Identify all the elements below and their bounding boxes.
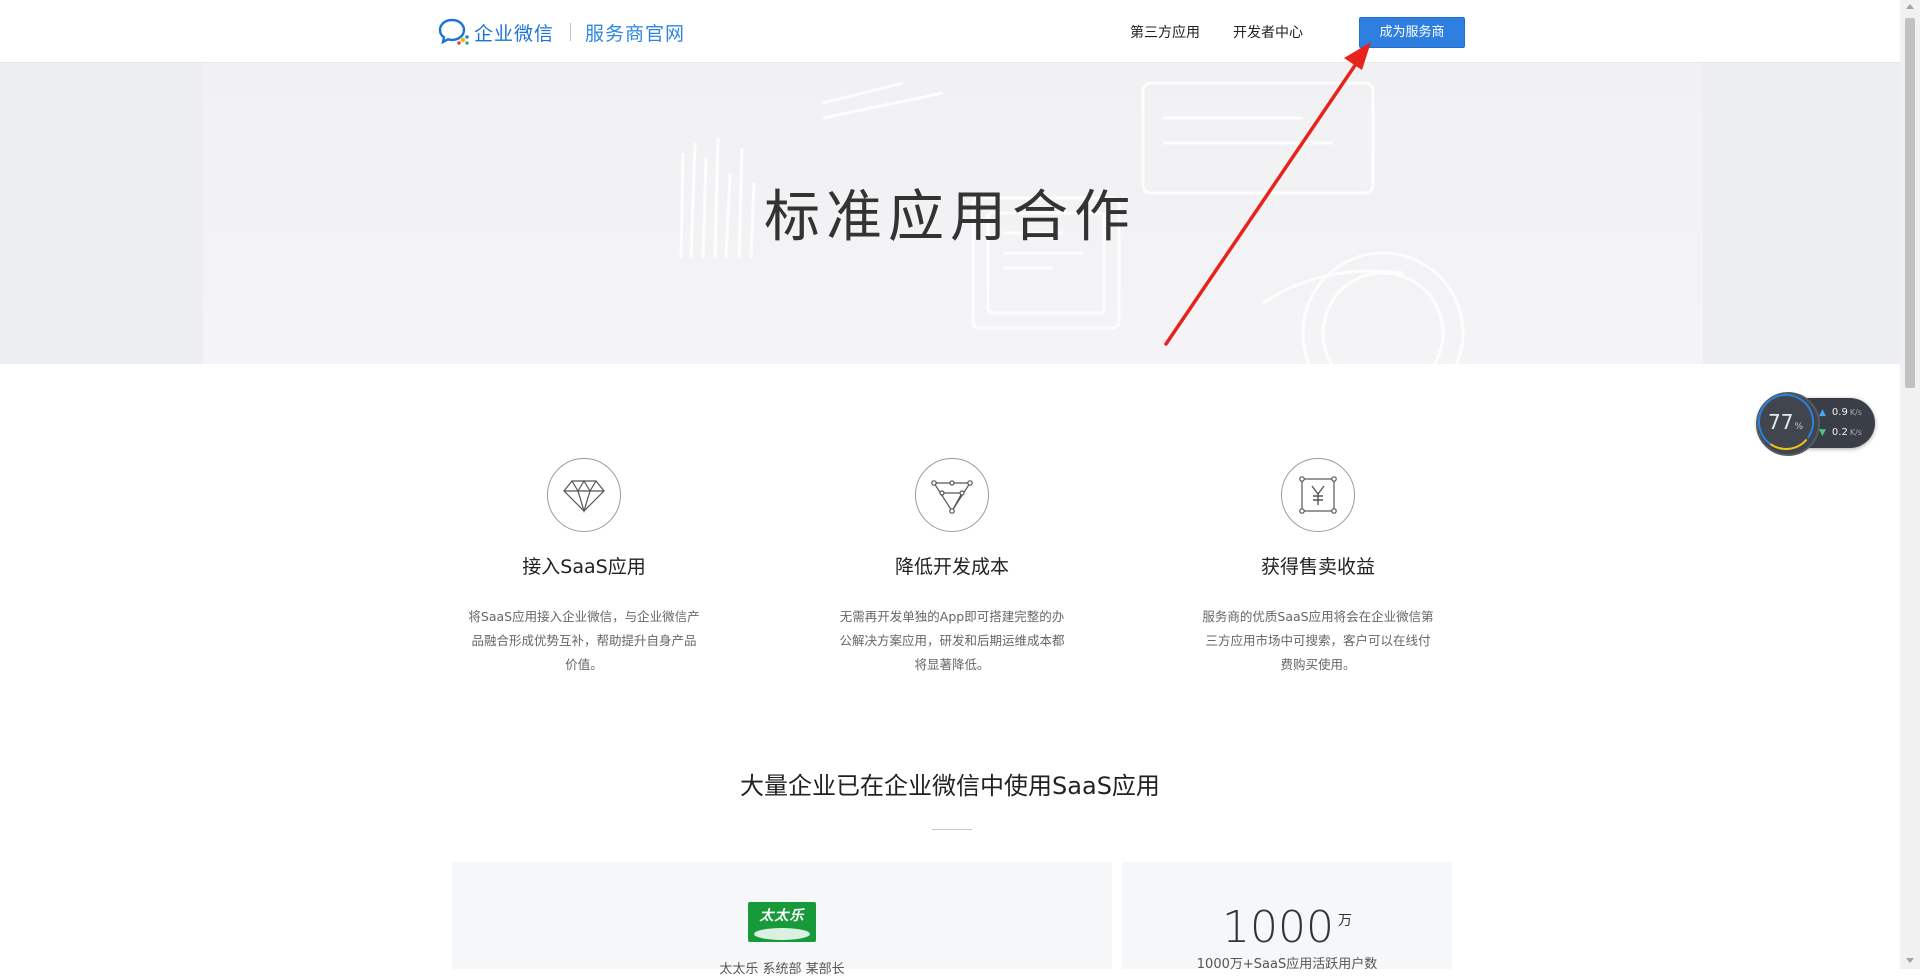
feature-desc-line: 品融合形成优势互补，帮助提升自身产品 [471,633,697,648]
section-title: 大量企业已在企业微信中使用SaaS应用 [740,772,1160,800]
download-arrow-icon: ▼ [1819,428,1826,438]
feature-lower-cost: 降低开发成本 无需再开发单独的App即可搭建完整的办 公解决方案应用，研发和后期… [822,458,1082,677]
feature-desc-line: 将SaaS应用接入企业微信，与企业微信产 [468,609,700,624]
upload-speed: ▲ 0.9 K/s [1819,407,1862,418]
page-scrollbar[interactable] [1900,0,1920,969]
hero-title: 标准应用合作 [764,185,1136,250]
cpu-percent-value: 77 [1768,410,1794,434]
network-speed-widget[interactable]: 77% ▲ 0.9 K/s ▼ 0.2 K/s [1756,392,1875,456]
upload-value: 0.9 [1831,407,1848,418]
cpu-percent: 77% [1768,410,1803,434]
testimonial-card: 太太乐 太太乐 系统部 某部长 [452,862,1112,977]
feature-desc-line: 三方应用市场中可搜索，客户可以在线付 [1205,633,1431,648]
funnel-network-icon [915,458,989,532]
wecom-logo-icon [438,18,469,45]
customer-logo: 太太乐 [748,902,816,942]
feature-title: 获得售卖收益 [1260,556,1375,578]
scroll-thumb[interactable] [1905,18,1915,388]
upload-arrow-icon: ▲ [1819,408,1826,418]
stat-caption: 1000万+SaaS应用活跃用户数 [1196,957,1378,972]
stat-unit: 万 [1337,913,1352,929]
feature-sales-revenue: 获得售卖收益 服务商的优质SaaS应用将会在企业微信第 三方应用市场中可搜索，客… [1188,458,1448,677]
nav-developer-center[interactable]: 开发者中心 [1233,22,1303,42]
logo-divider [570,23,572,41]
feature-desc-line: 无需再开发单独的App即可搭建完整的办 [839,609,1065,624]
download-speed: ▼ 0.2 K/s [1819,427,1862,438]
section-divider [932,829,972,830]
download-value: 0.2 [1831,427,1848,438]
feature-description: 服务商的优质SaaS应用将会在企业微信第 三方应用市场中可搜索，客户可以在线付 … [1198,605,1438,677]
become-provider-button[interactable]: 成为服务商 [1359,17,1465,48]
stat-card: 1000 万 1000万+SaaS应用活跃用户数 [1122,862,1452,972]
yuan-frame-icon [1281,458,1355,532]
download-unit: K/s [1849,428,1862,437]
upload-unit: K/s [1849,408,1862,417]
feature-title: 接入SaaS应用 [522,556,646,578]
scroll-down-icon[interactable] [1906,958,1914,963]
feature-desc-line: 价值。 [565,657,603,672]
top-header: 企业微信 服务商官网 第三方应用 开发者中心 成为服务商 [0,0,1900,63]
logo-site-name: 服务商官网 [585,22,686,45]
diamond-icon [547,458,621,532]
testimonial-author: 太太乐 系统部 某部长 [719,962,845,977]
logo-product-name: 企业微信 [474,22,555,45]
site-logo[interactable]: 企业微信 服务商官网 [438,17,685,47]
stat-number-wrap: 1000 万 [1122,902,1452,953]
cpu-percent-sign: % [1794,422,1804,432]
feature-description: 无需再开发单独的App即可搭建完整的办 公解决方案应用，研发和后期运维成本都 将… [832,605,1072,677]
stat-number: 1000 [1222,902,1334,953]
scroll-up-icon[interactable] [1906,4,1914,9]
feature-desc-line: 费购买使用。 [1280,657,1356,672]
feature-title: 降低开发成本 [894,556,1009,578]
feature-desc-line: 公解决方案应用，研发和后期运维成本都 [839,633,1065,648]
feature-desc-line: 将显著降低。 [914,657,990,672]
feature-description: 将SaaS应用接入企业微信，与企业微信产 品融合形成优势互补，帮助提升自身产品 … [464,605,704,677]
cpu-gauge: 77% [1756,392,1820,456]
nav-third-party-apps[interactable]: 第三方应用 [1130,22,1200,42]
feature-saas-access: 接入SaaS应用 将SaaS应用接入企业微信，与企业微信产 品融合形成优势互补，… [454,458,714,677]
customer-logo-text: 太太乐 [759,908,805,924]
feature-desc-line: 服务商的优质SaaS应用将会在企业微信第 [1202,609,1434,624]
